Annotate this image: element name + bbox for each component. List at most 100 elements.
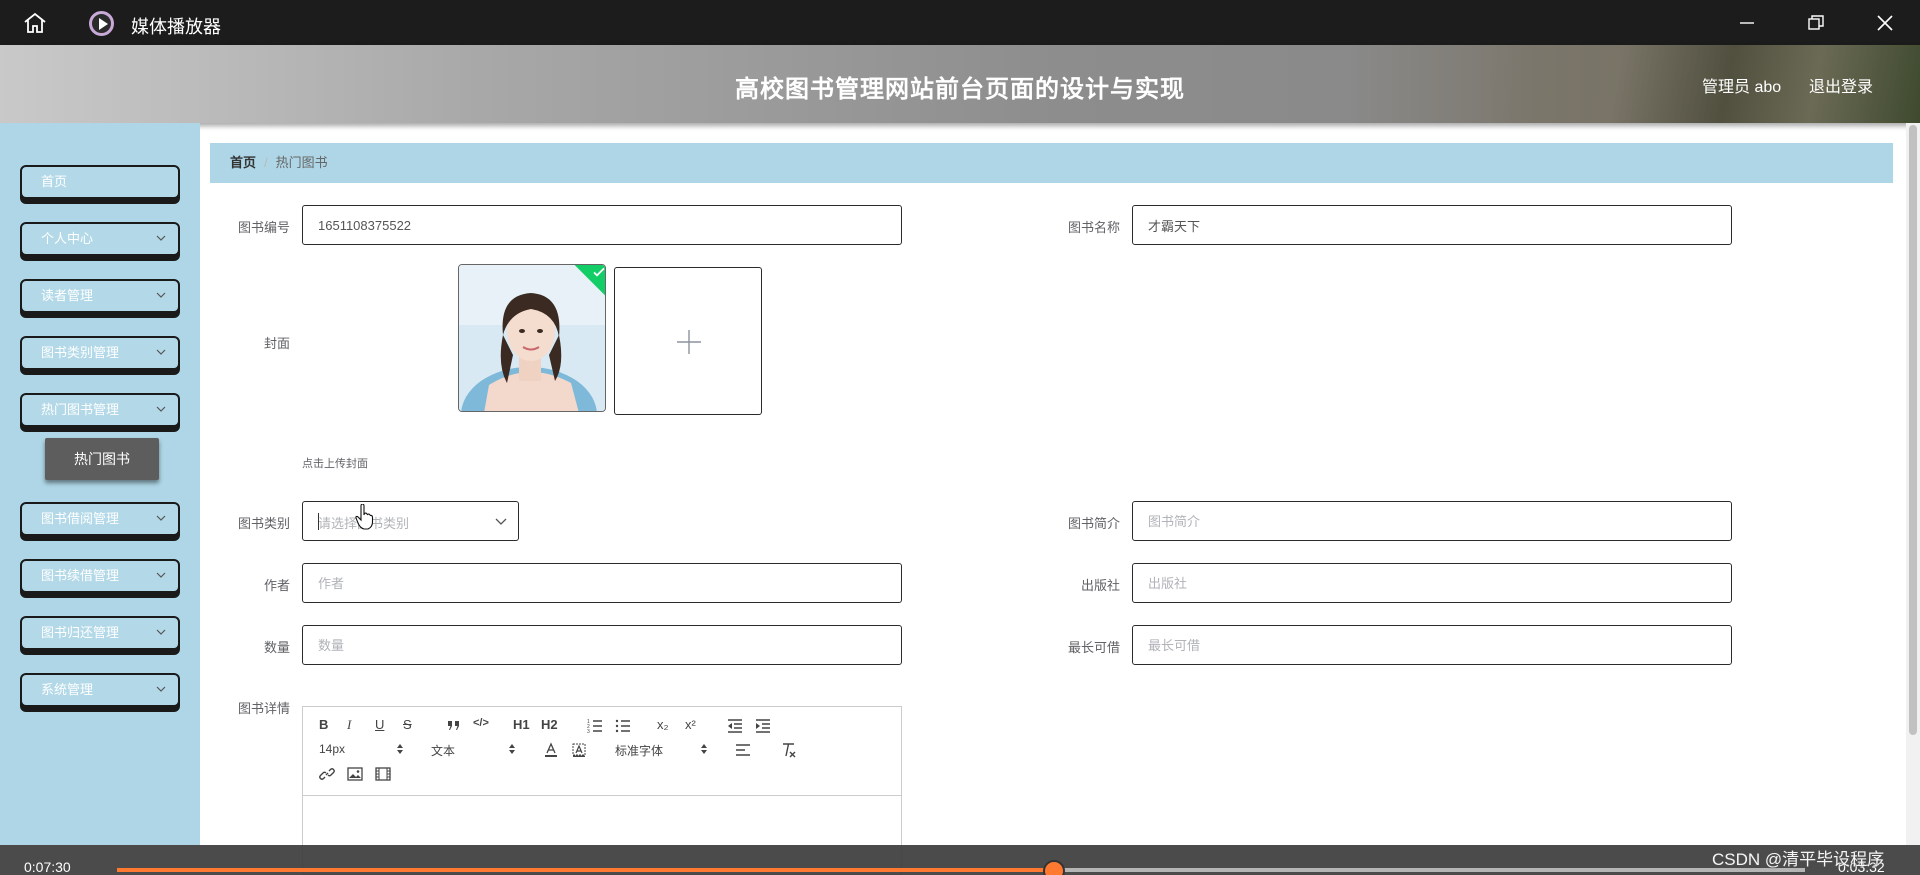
submenu-hot-books[interactable]: 热门图书	[45, 438, 159, 480]
editor-toolbar: B I U S </> H1 H2 123 x₂ x² 14px 文本 标准字体	[303, 707, 901, 796]
publisher-input[interactable]	[1132, 563, 1732, 603]
video-icon[interactable]	[375, 766, 391, 782]
outdent-icon[interactable]	[727, 718, 743, 734]
up-down-arrow-icon	[701, 744, 707, 754]
h1-button[interactable]: H1	[513, 717, 530, 732]
font-size-select[interactable]: 14px	[319, 742, 404, 756]
site-title-text: 高校图书管理网站前台页面的设计与实现	[735, 76, 1185, 103]
sidebar-item-renew-management[interactable]: 图书续借管理	[20, 559, 180, 593]
publisher-label: 出版社	[1080, 578, 1120, 593]
cover-image[interactable]	[458, 264, 606, 412]
sidebar: 首页 个人中心 读者管理 图书类别管理 热门图书管理 热门图书 图书借阅管理 图…	[0, 123, 200, 845]
bullet-list-icon[interactable]	[615, 718, 631, 734]
seek-progress	[117, 868, 1054, 872]
sidebar-item-label: 热门图书管理	[41, 402, 120, 417]
sidebar-item-return-management[interactable]: 图书归还管理	[20, 616, 180, 650]
svg-text:3: 3	[587, 729, 590, 734]
quantity-label: 数量	[263, 640, 290, 655]
minimize-icon[interactable]	[1734, 10, 1760, 36]
sidebar-item-system-management[interactable]: 系统管理	[20, 673, 180, 707]
sidebar-item-reader-management[interactable]: 读者管理	[20, 279, 180, 313]
ordered-list-icon[interactable]: 123	[587, 718, 603, 734]
sidebar-item-label: 图书类别管理	[41, 345, 120, 360]
author-input[interactable]	[302, 563, 902, 603]
sidebar-item-label: 系统管理	[41, 682, 94, 697]
player-title-bar: 媒体播放器	[0, 0, 1920, 45]
cover-portrait-image	[459, 265, 605, 411]
breadcrumb-home[interactable]: 首页	[230, 155, 256, 170]
site-title: 高校图书管理网站前台页面的设计与实现	[0, 69, 1920, 104]
sidebar-item-label: 读者管理	[41, 288, 94, 303]
chevron-down-icon	[156, 349, 166, 355]
elapsed-time: 0:07:30	[24, 859, 71, 875]
admin-username: 管理员 abo	[1702, 79, 1782, 96]
intro-label: 图书简介	[1067, 516, 1120, 531]
chevron-down-icon	[156, 406, 166, 412]
sidebar-item-home[interactable]: 首页	[20, 165, 180, 199]
sidebar-item-category-management[interactable]: 图书类别管理	[20, 336, 180, 370]
sidebar-item-label: 个人中心	[41, 231, 94, 246]
sidebar-item-personal-center[interactable]: 个人中心	[20, 222, 180, 256]
breadcrumb-current: 热门图书	[275, 155, 328, 170]
chevron-down-icon	[156, 515, 166, 521]
scrollbar-thumb[interactable]	[1909, 125, 1917, 735]
seek-bar[interactable]	[117, 860, 1805, 875]
underline-button[interactable]: U	[375, 717, 384, 732]
background-color-icon[interactable]	[571, 742, 587, 758]
indent-icon[interactable]	[755, 718, 771, 734]
superscript-button[interactable]: x²	[685, 717, 696, 732]
category-label: 图书类别	[237, 516, 290, 531]
sidebar-item-label: 图书续借管理	[41, 568, 120, 583]
italic-button[interactable]: I	[347, 717, 351, 733]
quantity-input[interactable]	[302, 625, 902, 665]
home-icon[interactable]	[22, 12, 48, 34]
chevron-down-icon	[156, 292, 166, 298]
restore-icon[interactable]	[1803, 10, 1829, 36]
max-borrow-input[interactable]	[1132, 625, 1732, 665]
image-icon[interactable]	[347, 766, 363, 782]
clear-format-icon[interactable]	[781, 742, 797, 758]
logout-link[interactable]: 退出登录	[1809, 73, 1873, 97]
author-label: 作者	[263, 578, 290, 593]
blockquote-icon[interactable]	[446, 718, 462, 734]
breadcrumb: 首页 / 热门图书	[210, 143, 1893, 183]
intro-input[interactable]	[1132, 501, 1732, 541]
detail-label: 图书详情	[237, 701, 290, 716]
link-icon[interactable]	[319, 766, 335, 782]
site-header: 高校图书管理网站前台页面的设计与实现 管理员 abo 退出登录	[0, 45, 1920, 123]
cover-upload-button[interactable]	[614, 267, 762, 415]
font-color-icon[interactable]	[543, 742, 559, 758]
header-style-select[interactable]: 文本	[431, 742, 516, 759]
code-block-button[interactable]: </>	[473, 717, 489, 729]
chevron-down-icon	[495, 518, 507, 525]
app-title: 媒体播放器	[131, 17, 221, 37]
subscript-button[interactable]: x₂	[657, 717, 669, 732]
up-down-arrow-icon	[397, 744, 403, 754]
bold-button[interactable]: B	[319, 717, 328, 732]
hand-pointer-cursor-icon	[355, 504, 374, 530]
cover-label: 封面	[263, 336, 290, 351]
category-select[interactable]: 请选择图书类别	[302, 501, 519, 541]
book-no-label: 图书编号	[237, 220, 290, 235]
header-style-value: 文本	[431, 744, 456, 758]
vertical-scrollbar[interactable]	[1906, 123, 1920, 845]
close-icon[interactable]	[1872, 10, 1898, 36]
upload-tip: 点击上传封面	[302, 458, 368, 470]
book-name-input[interactable]	[1132, 205, 1732, 245]
seek-handle[interactable]	[1042, 860, 1065, 875]
strike-button[interactable]: S	[403, 717, 412, 732]
h2-button[interactable]: H2	[541, 717, 558, 732]
max-borrow-label: 最长可借	[1067, 640, 1120, 655]
align-icon[interactable]	[735, 742, 751, 758]
chevron-down-icon	[156, 686, 166, 692]
sidebar-item-hot-books-management[interactable]: 热门图书管理	[20, 393, 180, 427]
plus-icon	[677, 330, 701, 354]
sidebar-item-label: 首页	[41, 174, 68, 189]
book-no-input[interactable]	[302, 205, 902, 245]
text-cursor	[318, 513, 319, 530]
chevron-down-icon	[156, 572, 166, 578]
font-family-value: 标准字体	[615, 744, 664, 758]
sidebar-item-borrow-management[interactable]: 图书借阅管理	[20, 502, 180, 536]
font-family-select[interactable]: 标准字体	[615, 742, 708, 759]
check-icon	[593, 267, 605, 277]
